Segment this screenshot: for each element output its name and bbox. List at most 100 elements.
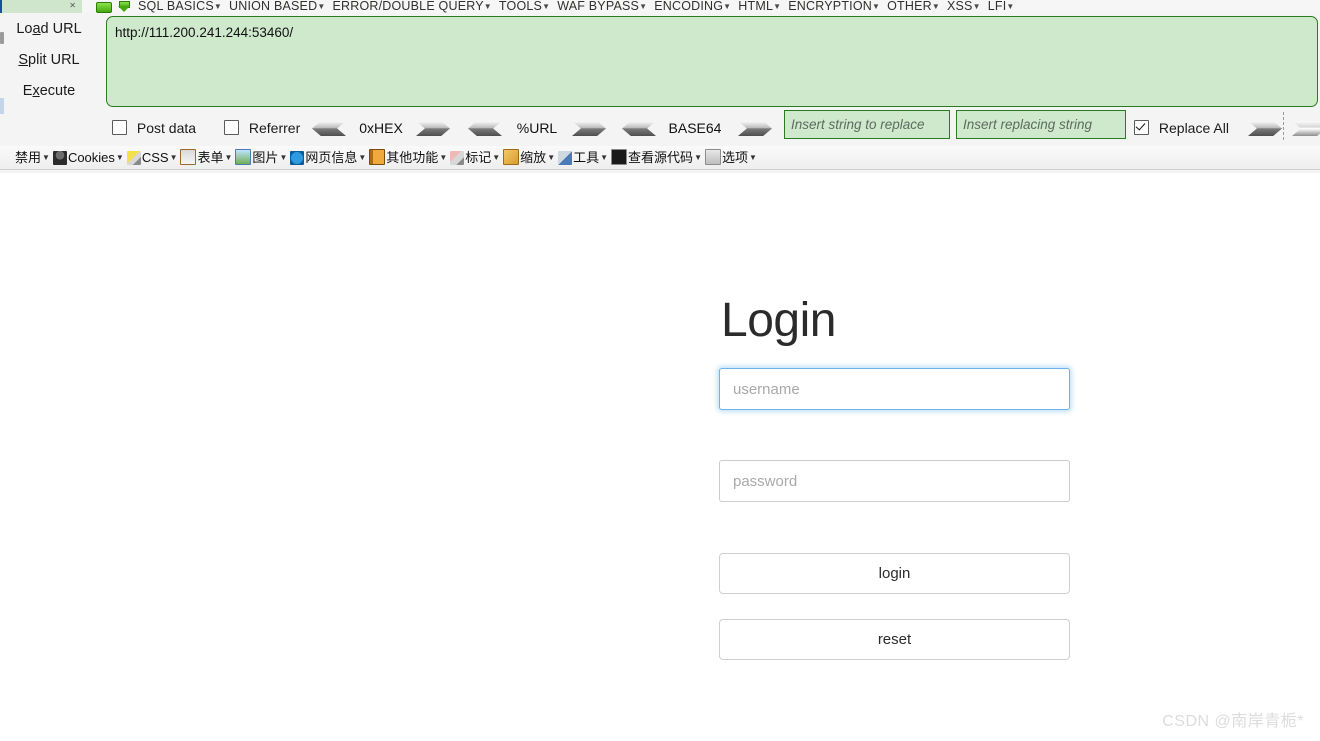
toolbar-menu-label: 禁用 [15, 150, 42, 165]
toolbar-menu-label: 表单 [197, 150, 224, 165]
toolbar-divider [1283, 112, 1284, 140]
top-menu-item-label: ENCODING [654, 0, 724, 13]
top-menu-item[interactable]: SQL BASICS▼ [138, 0, 229, 13]
chevron-down-icon: ▼ [723, 2, 732, 11]
hackbar-top-menu: ✕ SQL BASICS▼ UNION BASED▼ ERROR/DOUBLE QU… [0, 0, 1320, 13]
top-menu-item-label: ENCRYPTION [788, 0, 872, 13]
chevron-down-icon: ▼ [542, 2, 551, 11]
top-menu-item[interactable]: HTML▼ [738, 0, 788, 13]
chevron-down-icon: ▼ [213, 2, 222, 11]
top-menu-item-label: XSS [946, 0, 973, 13]
toolbar-menu-label: 图片 [252, 150, 279, 165]
source-code-icon [611, 149, 628, 165]
toolbar-menu-marker[interactable]: 标记▼ [450, 146, 503, 169]
toolbar-menu-ruler[interactable]: 缩放▼ [503, 146, 558, 169]
toolbar-menu-tools[interactable]: 工具▼ [558, 146, 611, 169]
toolbar-menu-source-code[interactable]: 查看源代码▼ [611, 146, 705, 169]
clipboard-icon [180, 149, 197, 165]
chevron-down-icon: ▼ [115, 153, 124, 162]
referrer-checkbox[interactable]: Referrer [224, 118, 300, 138]
top-menu-item[interactable]: ERROR/DOUBLE QUERY▼ [332, 0, 498, 13]
panel-drag-handle[interactable] [0, 32, 4, 44]
replace-revert-arrow-icon[interactable] [1292, 121, 1320, 136]
chevron-down-icon: ▼ [931, 2, 940, 11]
base64-decode-arrow-icon[interactable] [622, 121, 656, 136]
execute-button[interactable]: Execute [0, 76, 98, 107]
chevron-down-icon: ▼ [694, 153, 702, 162]
split-url-button[interactable]: Split URL [0, 45, 98, 76]
top-menu-item-label: UNION BASED [229, 0, 318, 13]
marker-icon [450, 151, 465, 165]
toolbar-menu-pen[interactable]: CSS▼ [126, 146, 181, 169]
referrer-label: Referrer [248, 120, 301, 136]
info-icon [290, 151, 305, 165]
replace-string-input[interactable] [956, 110, 1126, 139]
toolbar-menu-label: 查看源代码 [628, 150, 694, 165]
login-button[interactable]: login [719, 553, 1070, 594]
close-icon[interactable]: ✕ [69, 1, 76, 10]
referrer-checkbox-box[interactable] [224, 120, 239, 135]
encoder-hex-label: 0xHEX [359, 120, 403, 136]
green-rectangle-icon[interactable] [96, 2, 112, 13]
toolbar-menu-book[interactable]: 其他功能▼ [369, 146, 450, 169]
chevron-down-icon: ▼ [483, 2, 492, 11]
chevron-down-icon: ▼ [600, 153, 609, 162]
top-menu-item[interactable]: OTHER▼ [887, 0, 947, 13]
toolbar-menu-person[interactable]: Cookies▼ [52, 146, 127, 169]
hex-decode-arrow-icon[interactable] [312, 121, 346, 136]
tools-icon [558, 151, 573, 165]
replace-all-checkbox-box[interactable] [1134, 120, 1149, 135]
load-url-button[interactable]: Load URL [0, 14, 98, 45]
replace-all-checkbox[interactable]: Replace All [1134, 118, 1229, 138]
top-menu-item-label: ERROR/DOUBLE QUERY [332, 0, 484, 13]
toolbar-menu-info[interactable]: 网页信息▼ [290, 146, 369, 169]
chevron-down-icon: ▼ [871, 2, 881, 11]
chevron-down-icon: ▼ [42, 153, 50, 162]
person-icon [52, 151, 67, 165]
top-menu-item[interactable]: LFI▼ [988, 0, 1022, 13]
search-string-input[interactable] [784, 110, 950, 139]
url-input[interactable] [106, 16, 1318, 107]
chevron-down-icon: ▼ [358, 153, 367, 162]
base64-encode-arrow-icon[interactable] [738, 121, 772, 136]
green-download-arrow-icon[interactable] [117, 1, 130, 12]
toolbar-menu-image[interactable]: 图片▼ [235, 146, 290, 169]
post-data-checkbox[interactable]: Post data [112, 118, 196, 138]
top-menu-item[interactable]: ENCODING▼ [654, 0, 738, 13]
hackbar-panel: ✕ SQL BASICS▼ UNION BASED▼ ERROR/DOUBLE QU… [0, 0, 1320, 173]
top-menu-item[interactable]: UNION BASED▼ [229, 0, 332, 13]
replace-all-label: Replace All [1158, 120, 1229, 136]
encoder-base64: BASE64 [622, 117, 772, 139]
watermark: CSDN @南岸青栀* [1162, 713, 1304, 730]
url-decode-arrow-icon[interactable] [468, 121, 502, 136]
toolbar-menu-options[interactable]: 选项▼ [704, 146, 760, 169]
top-menu-item[interactable]: XSS▼ [947, 0, 988, 13]
url-encode-arrow-icon[interactable] [572, 121, 606, 136]
chevron-down-icon: ▼ [773, 2, 782, 11]
toolbar-menu-label: 标记 [465, 150, 492, 165]
chevron-down-icon: ▼ [639, 2, 648, 11]
username-input[interactable] [719, 368, 1070, 410]
top-menu-item[interactable]: ENCRYPTION▼ [788, 0, 887, 13]
reset-button[interactable]: reset [719, 619, 1070, 660]
chevron-down-icon: ▼ [492, 153, 501, 162]
top-menu-item[interactable]: WAF BYPASS▼ [557, 0, 654, 13]
post-data-checkbox-box[interactable] [112, 120, 127, 135]
book-icon [369, 149, 386, 165]
chevron-down-icon: ▼ [547, 153, 556, 162]
top-menu-item[interactable]: TOOLS▼ [499, 0, 557, 13]
replace-apply-arrow-icon[interactable] [1248, 121, 1282, 136]
password-input[interactable] [719, 460, 1070, 502]
ban-icon [0, 151, 14, 165]
top-menu-item-label: HTML [738, 0, 774, 13]
toolbar-menu-label: CSS [141, 150, 169, 165]
web-developer-toolbar: 禁用▼ Cookies▼ CSS▼ 表单▼ 图片▼ 网页信息▼ 其他功能▼ 标记▼ 缩放▼ 工具▼… [0, 146, 1320, 170]
top-menu-item-label: WAF BYPASS [557, 0, 640, 13]
toolbar-menu-ban[interactable]: 禁用▼ [0, 146, 53, 169]
hex-encode-arrow-icon[interactable] [416, 121, 450, 136]
toolbar-menu-clipboard[interactable]: 表单▼ [180, 146, 235, 169]
post-data-label: Post data [136, 120, 197, 136]
encoder-base64-label: BASE64 [668, 120, 722, 136]
